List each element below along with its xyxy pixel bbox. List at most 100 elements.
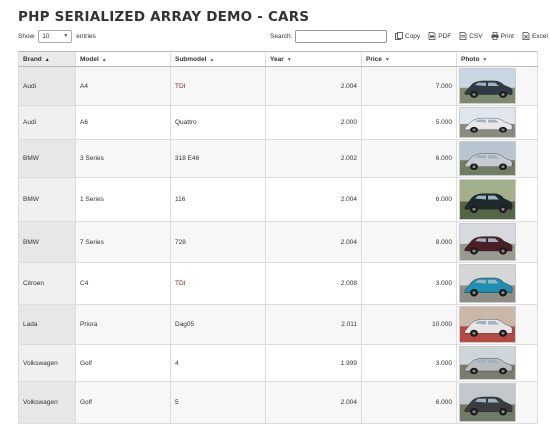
price-cell: 5.000 [361, 105, 457, 140]
column-header-photo[interactable]: Photo ▼ [456, 51, 538, 67]
model-cell: A6 [75, 105, 171, 140]
table-body: Audi A4 TDI 2.004 7.000 Audi A6 Quattro 2.000 5.0… [18, 66, 538, 424]
table-row[interactable]: Volkswagen Golf 4 1.999 3.000 [18, 344, 538, 382]
table-row[interactable]: Audi A4 TDI 2.004 7.000 [18, 66, 538, 106]
submodel-cell: 4 [170, 344, 266, 382]
price-cell: 3.000 [361, 344, 457, 382]
page-title: PHP SERIALIZED ARRAY DEMO - CARS [18, 9, 310, 25]
excel-button[interactable]: Excel [522, 32, 548, 40]
car-photo[interactable] [459, 346, 516, 380]
search-label: Search: [270, 32, 293, 40]
photo-cell [456, 177, 538, 222]
price-cell: 7.000 [361, 66, 457, 106]
sort-icon: ▲ [101, 56, 107, 63]
photo-cell [456, 139, 538, 178]
sort-icon: ▼ [384, 56, 390, 63]
photo-cell [456, 221, 538, 263]
car-photo[interactable] [459, 264, 516, 303]
brand-cell: Lada [18, 304, 76, 345]
submodel-cell: 728 [170, 221, 266, 263]
csv-button-label: CSV [469, 32, 483, 40]
car-photo-image [460, 180, 515, 219]
brand-cell: Audi [18, 105, 76, 140]
sort-icon: ▼ [286, 56, 292, 63]
car-photo-image [460, 224, 515, 260]
submodel-cell: Quattro [170, 105, 266, 140]
column-header-year[interactable]: Year ▼ [265, 51, 362, 67]
column-header-label: Model [80, 55, 99, 63]
car-photo[interactable] [459, 68, 516, 104]
price-cell: 10.000 [361, 304, 457, 345]
print-button[interactable]: Print [491, 32, 514, 40]
photo-cell [456, 105, 538, 140]
column-header-label: Submodel [175, 55, 207, 63]
column-header-model[interactable]: Model ▲ [75, 51, 171, 67]
year-cell: 2.004 [265, 177, 362, 222]
column-header-brand[interactable]: Brand ▲ [18, 51, 76, 67]
sort-asc-icon: ▲ [44, 56, 50, 63]
print-icon [491, 32, 499, 40]
table-row[interactable]: BMW 7 Series 728 2.004 8.000 [18, 221, 538, 263]
column-header-label: Photo [461, 55, 480, 63]
price-cell: 6.000 [361, 381, 457, 424]
entries-select[interactable]: 10 ▼ [38, 29, 73, 43]
table-toolbar: Show 10 ▼ entries Search: Copy PDF CSV P… [18, 28, 548, 44]
car-photo-image [460, 142, 515, 175]
photo-cell [456, 262, 538, 305]
copy-button[interactable]: Copy [395, 32, 420, 40]
brand-cell: Volkswagen [18, 381, 76, 424]
export-buttons: Copy PDF CSV Print Excel [395, 28, 548, 44]
price-cell: 6.000 [361, 139, 457, 178]
submodel-cell: 116 [170, 177, 266, 222]
table-row[interactable]: Audi A6 Quattro 2.000 5.000 [18, 105, 538, 140]
price-cell: 3.000 [361, 262, 457, 305]
brand-cell: Audi [18, 66, 76, 106]
car-photo[interactable] [459, 107, 516, 138]
copy-button-label: Copy [405, 32, 421, 40]
table-row[interactable]: Lada Priora Dag05 2.011 10.000 [18, 304, 538, 345]
model-cell: A4 [75, 66, 171, 106]
submodel-cell: Dag05 [170, 304, 266, 345]
search-input[interactable] [295, 29, 388, 43]
photo-cell [456, 381, 538, 424]
car-photo[interactable] [459, 141, 516, 176]
cars-table: Brand ▲ Model ▲ Submodel ▲ Year ▼ Price ▼ Pho… [18, 51, 538, 424]
table-row[interactable]: Volkswagen Golf 5 2.004 6.000 [18, 381, 538, 424]
submodel-cell: 318 E46 [170, 139, 266, 178]
car-photo-image [460, 69, 515, 103]
table-row[interactable]: BMW 1 Series 116 2.004 6.000 [18, 177, 538, 222]
year-cell: 1.999 [265, 344, 362, 382]
car-photo[interactable] [459, 179, 516, 220]
column-header-label: Brand [23, 55, 42, 63]
column-header-label: Year [270, 55, 284, 63]
table-header-row: Brand ▲ Model ▲ Submodel ▲ Year ▼ Price ▼ Pho… [18, 51, 538, 67]
car-photo-image [460, 384, 515, 421]
price-cell: 6.000 [361, 177, 457, 222]
table-row[interactable]: Citroen C4 TDI 2.008 3.000 [18, 262, 538, 305]
year-cell: 2.004 [265, 381, 362, 424]
brand-cell: BMW [18, 221, 76, 263]
column-header-submodel[interactable]: Submodel ▲ [170, 51, 266, 67]
car-photo[interactable] [459, 223, 516, 261]
price-cell: 8.000 [361, 221, 457, 263]
excel-button-label: Excel [531, 32, 548, 40]
car-photo[interactable] [459, 306, 516, 343]
car-photo-image [460, 307, 515, 342]
year-cell: 2.004 [265, 221, 362, 263]
model-cell: Golf [75, 344, 171, 382]
column-header-price[interactable]: Price ▼ [361, 51, 457, 67]
submodel-cell: TDI [170, 262, 266, 305]
csv-icon [459, 32, 467, 40]
car-photo-image [460, 347, 515, 379]
csv-button[interactable]: CSV [459, 32, 483, 40]
brand-cell: BMW [18, 139, 76, 178]
brand-cell: Citroen [18, 262, 76, 305]
table-row[interactable]: BMW 3 Series 318 E46 2.002 6.000 [18, 139, 538, 178]
pdf-button[interactable]: PDF [428, 32, 451, 40]
pdf-button-label: PDF [438, 32, 452, 40]
model-cell: 1 Series [75, 177, 171, 222]
car-photo[interactable] [459, 383, 516, 422]
pdf-icon [428, 32, 436, 40]
page-length-control: Show 10 ▼ entries [18, 28, 96, 44]
submodel-cell: 5 [170, 381, 266, 424]
